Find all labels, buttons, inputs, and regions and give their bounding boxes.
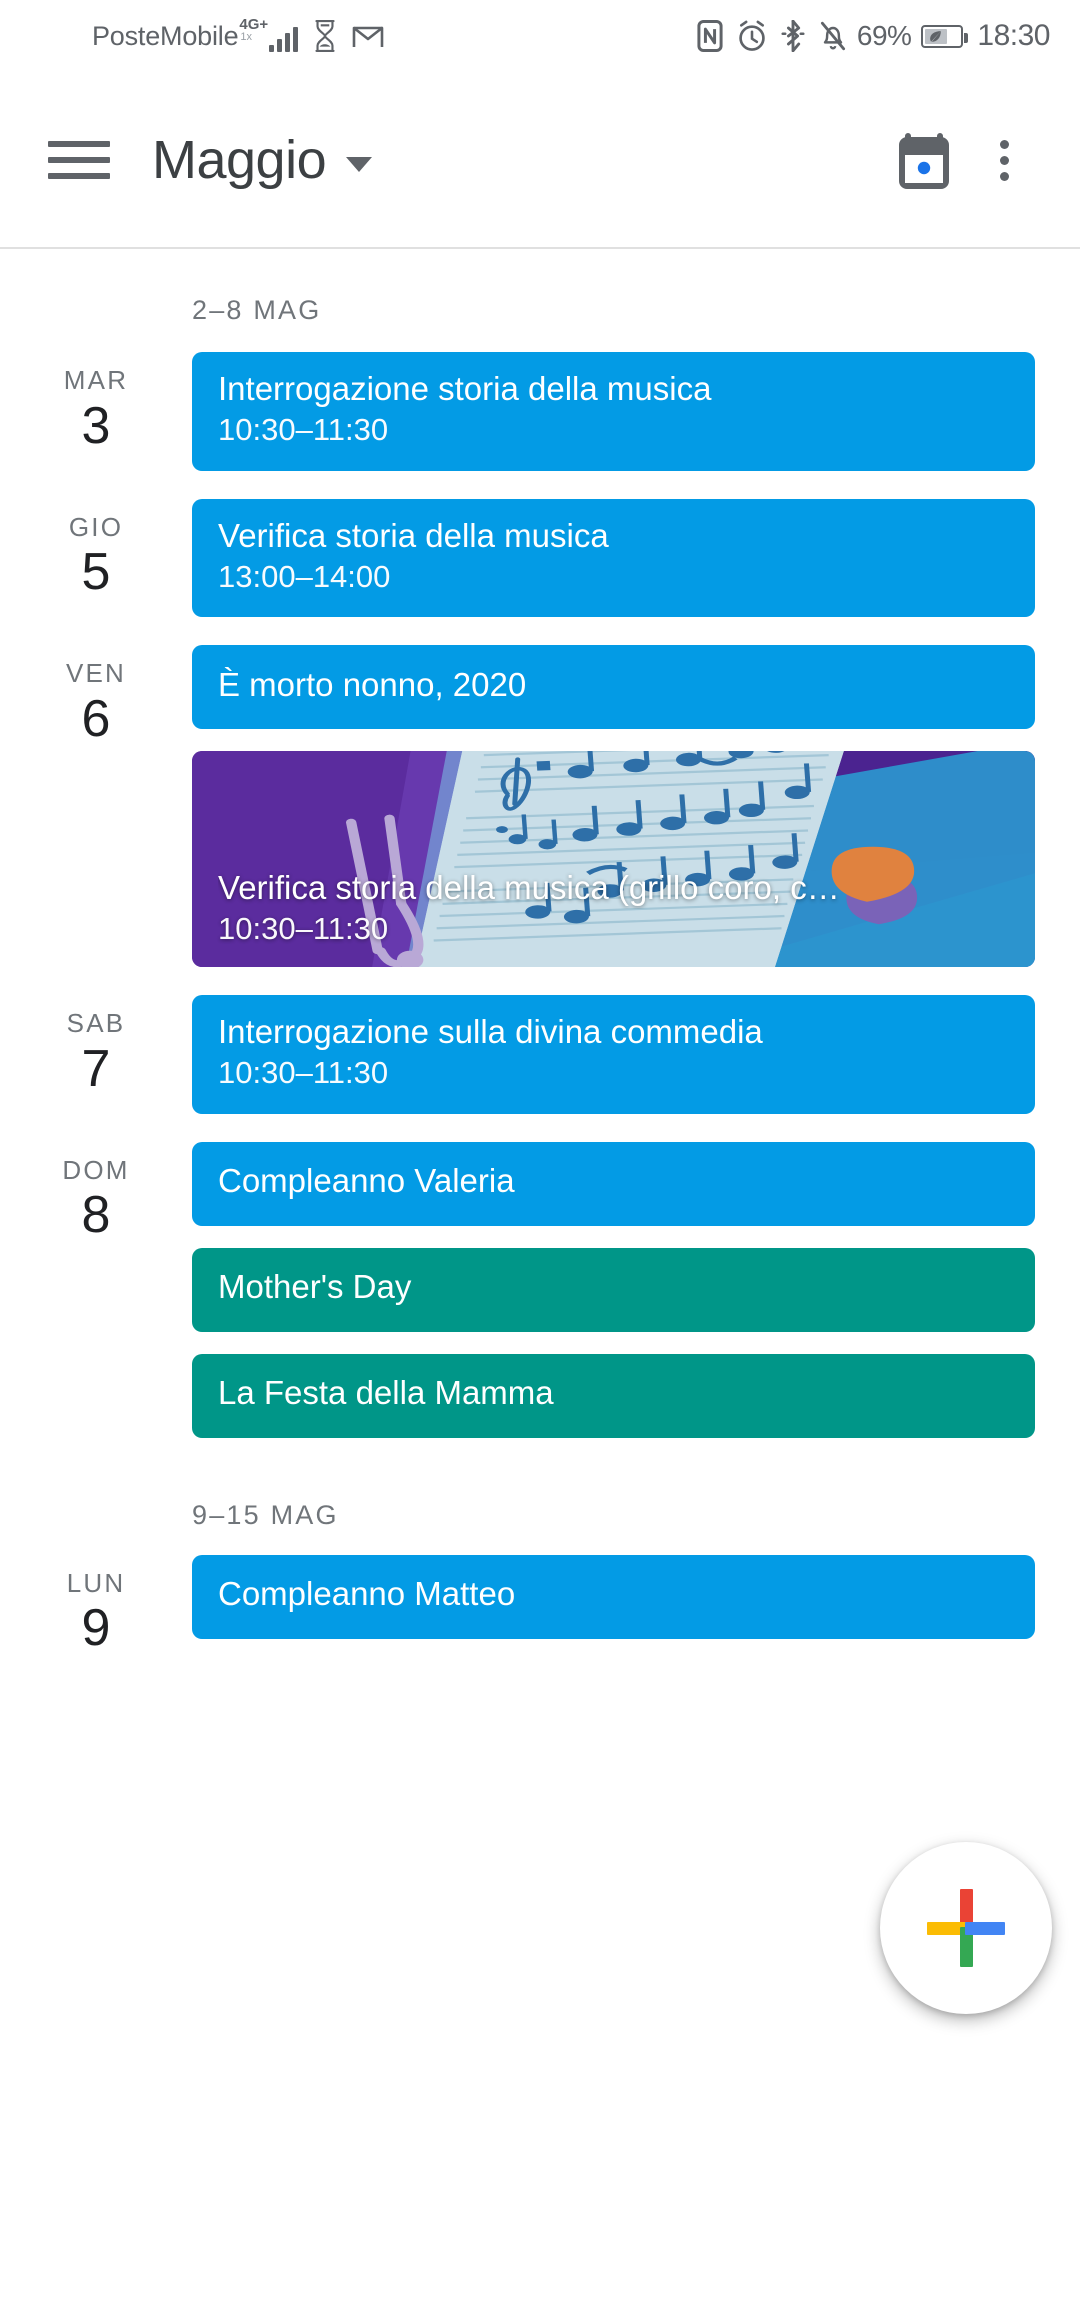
event-chip[interactable]: Interrogazione storia della musica 10:30–…	[192, 352, 1035, 471]
event-chip[interactable]: Compleanno Matteo	[192, 1554, 1035, 1639]
event-title: È morto nonno, 2020	[218, 665, 527, 703]
event-title: La Festa della Mamma	[218, 1374, 554, 1412]
chevron-down-icon	[346, 156, 373, 172]
event-text-block: Verifica storia della musica (grillo cor…	[218, 867, 1019, 950]
event-title: Verifica storia della musica (grillo cor…	[218, 868, 840, 906]
status-bar: PosteMobile 4G+ 1x 69% 18:30	[0, 0, 1080, 72]
day-number-label: 5	[81, 543, 111, 602]
event-time: 10:30–11:30	[218, 1055, 389, 1091]
event-chip[interactable]: Interrogazione sulla divina commedia 10:3…	[192, 995, 1035, 1114]
day-events: Compleanno Valeria Mother's Day La Festa d…	[192, 1141, 1080, 1438]
page-title: Maggio	[152, 130, 327, 190]
event-time: 13:00–14:00	[218, 558, 391, 594]
status-bar-right: 69% 18:30	[683, 19, 1050, 53]
day-of-week-label: GIO	[68, 511, 124, 542]
event-chip[interactable]: È morto nonno, 2020	[192, 645, 1035, 730]
calendar-screen: PosteMobile 4G+ 1x 69% 18:30 Maggio 2–8 …	[0, 0, 1080, 2312]
event-title: Mother's Day	[218, 1268, 412, 1306]
day-row: VEN 6 È morto nonno, 2020 Verifica stori…	[0, 645, 1080, 968]
event-title: Compleanno Valeria	[218, 1162, 515, 1200]
more-vert-icon[interactable]	[964, 120, 1044, 200]
event-time: 10:30–11:30	[218, 910, 389, 946]
event-title: Verifica storia della musica	[218, 516, 609, 554]
google-plus-icon	[927, 1889, 1005, 1967]
day-gutter[interactable]: DOM 8	[0, 1142, 192, 1246]
day-row: MAR 3 Interrogazione storia della musica 10…	[0, 352, 1080, 471]
nfc-icon	[697, 20, 723, 52]
hourglass-icon	[312, 20, 338, 52]
event-chip[interactable]: La Festa della Mamma	[192, 1353, 1035, 1438]
gmail-icon	[352, 22, 384, 50]
network-type-label: 4G+	[239, 16, 269, 33]
event-time: 10:30–11:30	[218, 412, 389, 448]
day-gutter[interactable]: GIO 5	[0, 499, 192, 603]
day-row: SAB 7 Interrogazione sulla divina commedia…	[0, 995, 1080, 1114]
app-bar: Maggio	[0, 72, 1080, 248]
day-row: GIO 5 Verifica storia della musica 13:00–14…	[0, 498, 1080, 618]
day-events: Interrogazione sulla divina commedia 10:3…	[192, 995, 1080, 1114]
week-header: 9–15 MAG	[192, 1499, 339, 1530]
status-bar-left: PosteMobile 4G+ 1x	[92, 16, 384, 52]
notifications-muted-icon	[819, 20, 847, 52]
battery-percent-label: 69%	[856, 20, 912, 51]
day-row: DOM 8 Compleanno Valeria Mother's Day La Fes…	[0, 1141, 1080, 1438]
event-chip[interactable]: Verifica storia della musica 13:00–14:00	[192, 498, 1035, 618]
event-title: Interrogazione storia della musica	[218, 370, 712, 407]
day-number-label: 7	[81, 1039, 111, 1098]
day-row: LUN 9 Compleanno Matteo	[0, 1554, 1080, 1659]
day-gutter[interactable]: SAB 7	[0, 995, 192, 1099]
event-chip[interactable]: Mother's Day	[192, 1247, 1035, 1332]
day-number-label: 6	[81, 689, 111, 748]
hamburger-menu-icon[interactable]	[48, 137, 110, 183]
event-title: Interrogazione sulla divina commedia	[218, 1013, 763, 1051]
day-events: Verifica storia della musica 13:00–14:00	[192, 498, 1080, 618]
day-number-label: 8	[81, 1186, 111, 1245]
month-title-dropdown[interactable]: Maggio	[152, 129, 373, 191]
plus-arm-right	[965, 1922, 1005, 1935]
bluetooth-icon	[781, 20, 805, 52]
day-number-label: 3	[81, 396, 111, 455]
day-of-week-label: DOM	[62, 1154, 130, 1185]
signal-strength-icon: 4G+ 1x	[239, 16, 299, 52]
day-events: Interrogazione storia della musica 10:30–…	[192, 352, 1080, 471]
day-of-week-label: LUN	[66, 1567, 126, 1598]
day-gutter[interactable]: MAR 3	[0, 352, 192, 456]
day-number-label: 9	[81, 1599, 111, 1658]
battery-icon	[921, 24, 969, 48]
alarm-icon	[737, 20, 767, 52]
clock-label: 18:30	[977, 19, 1050, 52]
event-card-with-image[interactable]: Verifica storia della musica (grillo cor…	[192, 751, 1035, 968]
week-header: 2–8 MAG	[192, 295, 322, 325]
event-chip[interactable]: Compleanno Valeria	[192, 1141, 1035, 1226]
day-events: È morto nonno, 2020 Verifica storia dell…	[192, 645, 1080, 968]
day-of-week-label: VEN	[65, 658, 127, 689]
carrier-label: PosteMobile	[92, 20, 239, 51]
schedule-list[interactable]: 2–8 MAG MAR 3 Interrogazione storia della m…	[0, 249, 1080, 2312]
calendar-today-icon[interactable]	[884, 120, 964, 200]
day-events: Compleanno Matteo	[192, 1554, 1080, 1639]
event-title: Compleanno Matteo	[218, 1575, 516, 1613]
day-of-week-label: MAR	[63, 365, 129, 395]
day-gutter[interactable]: LUN 9	[0, 1555, 192, 1659]
day-of-week-label: SAB	[66, 1008, 126, 1039]
create-event-fab[interactable]	[880, 1842, 1052, 2014]
network-sub-label: 1x	[240, 31, 253, 43]
day-gutter[interactable]: VEN 6	[0, 645, 192, 749]
leaf-icon	[925, 28, 947, 44]
